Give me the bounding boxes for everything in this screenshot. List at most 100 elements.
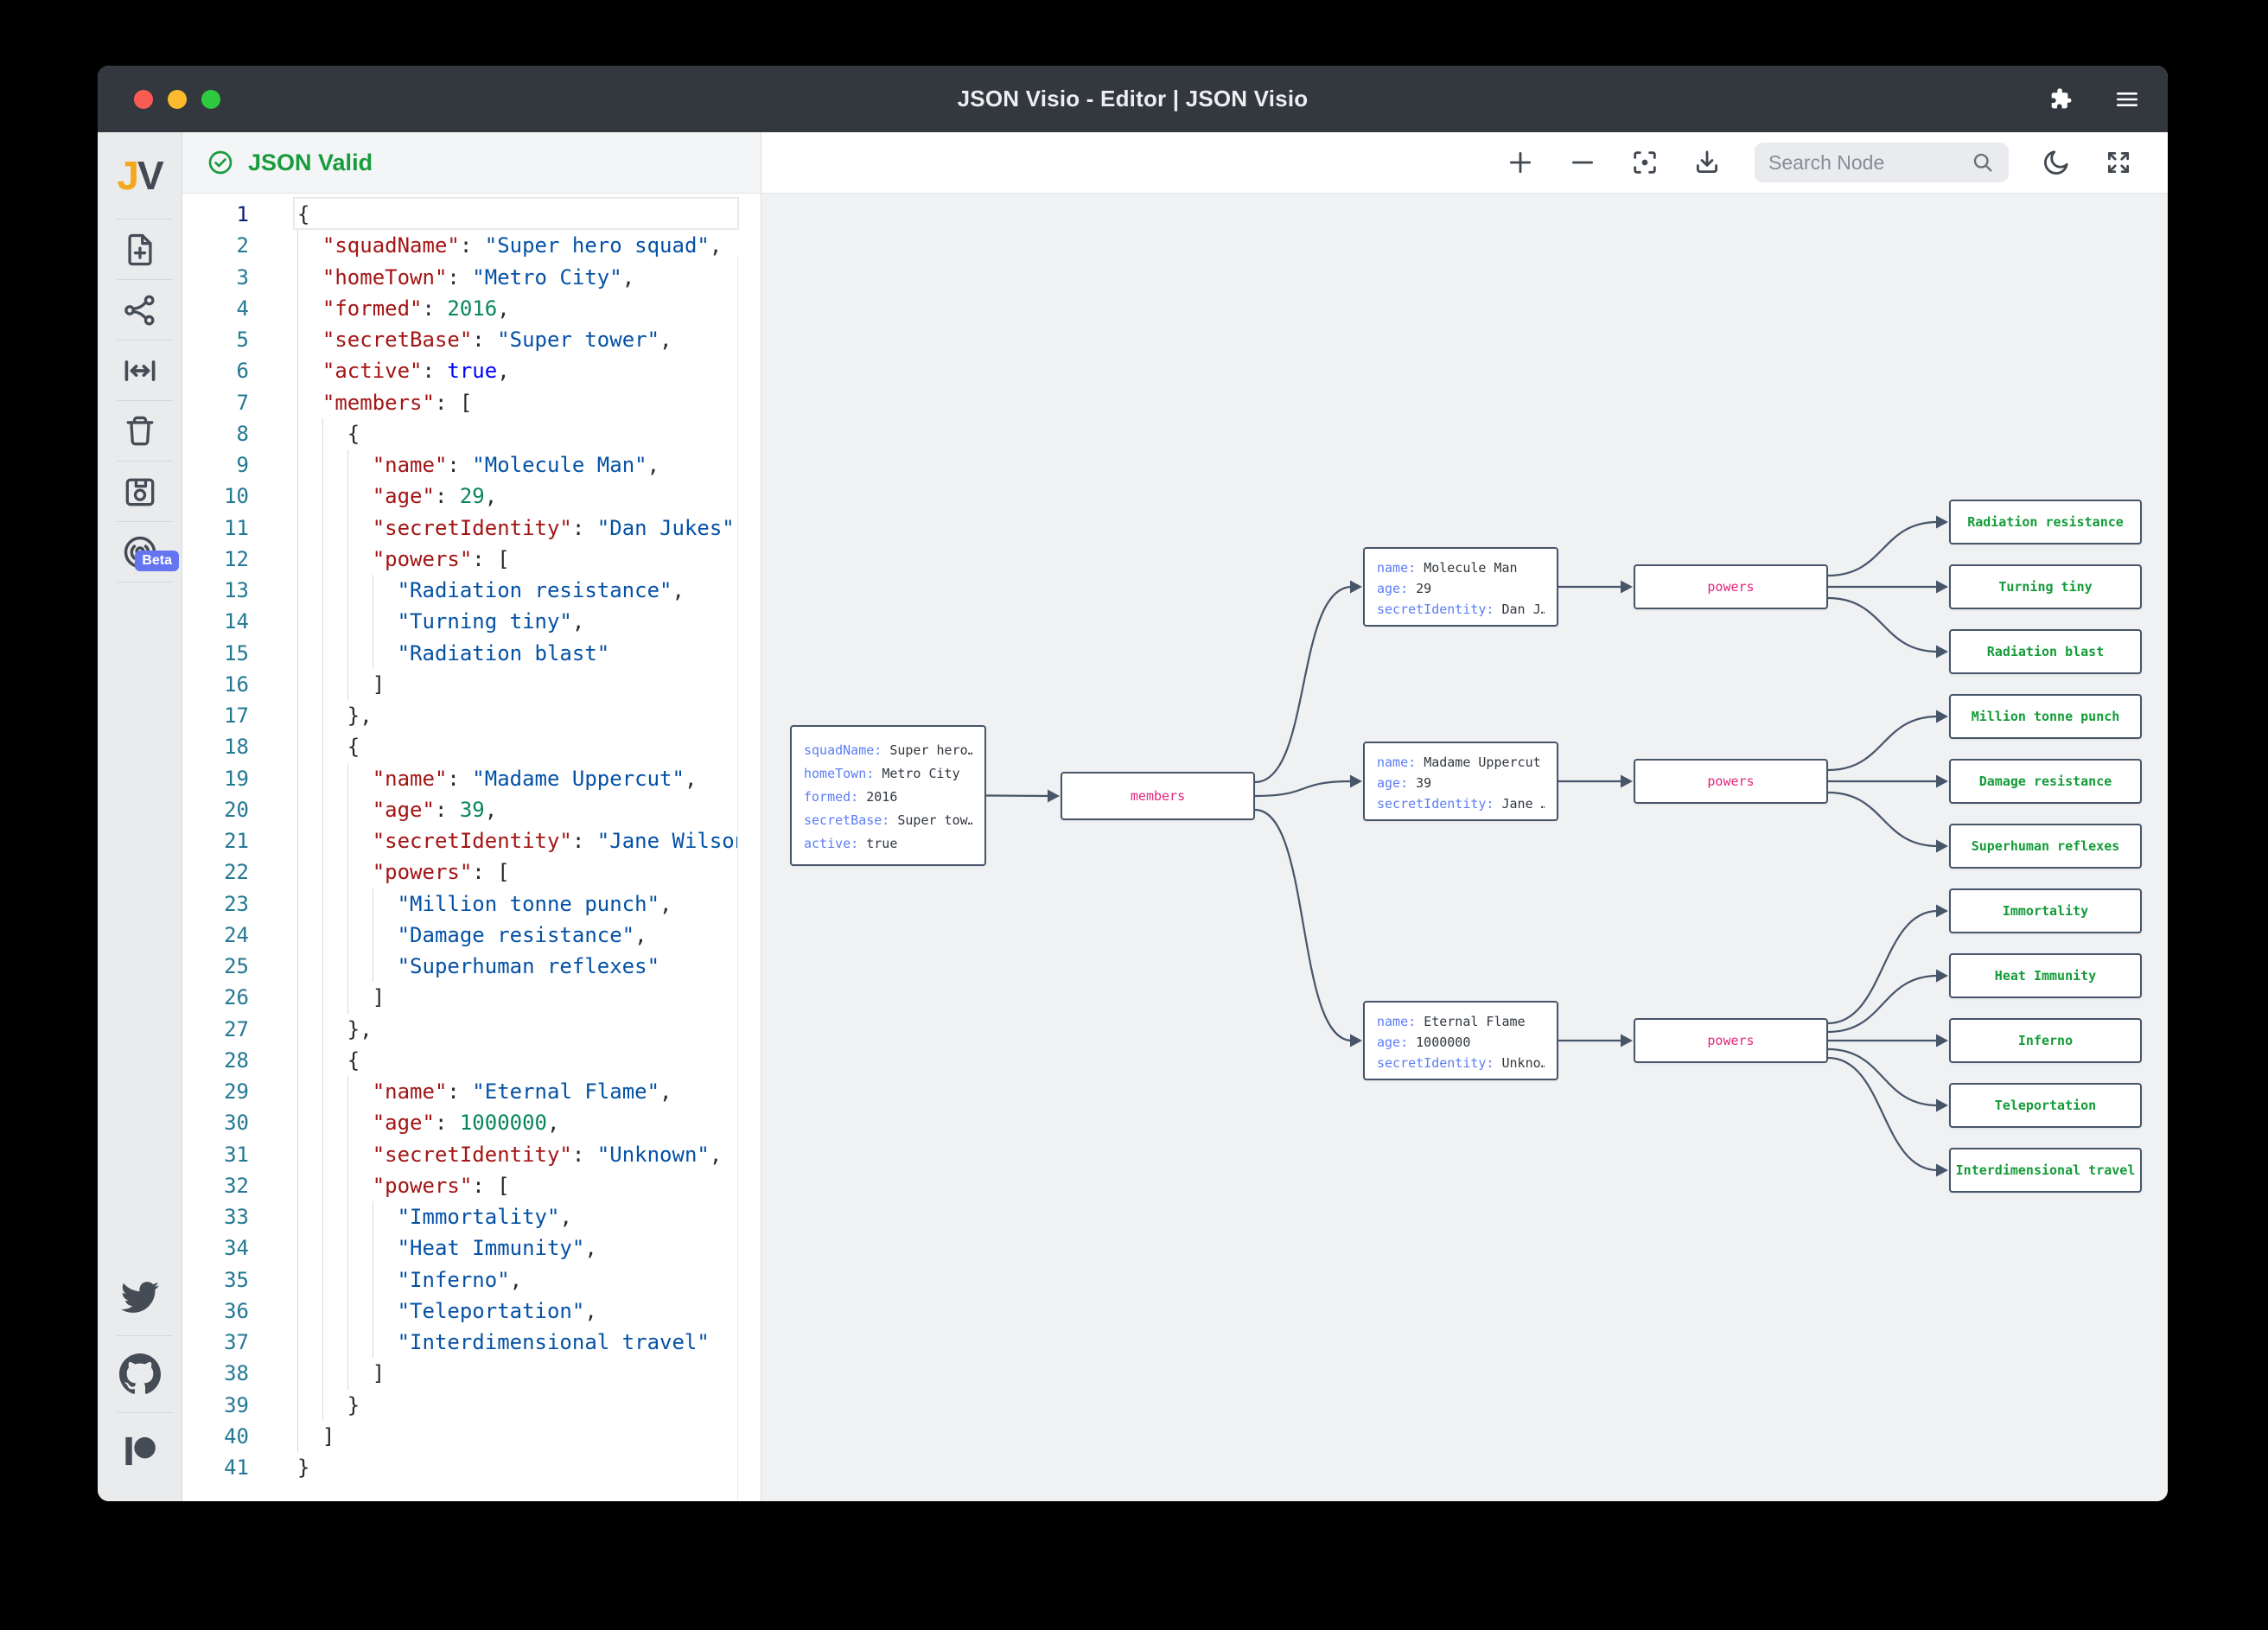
line-content: "homeTown": "Metro City", bbox=[297, 262, 634, 293]
fullscreen-icon[interactable] bbox=[2104, 148, 2133, 177]
graph-node-l5[interactable]: Damage resistance bbox=[1949, 759, 2142, 804]
graph-node-l9[interactable]: Inferno bbox=[1949, 1018, 2142, 1063]
graph-node-l4[interactable]: Million tonne punch bbox=[1949, 694, 2142, 739]
search-icon[interactable] bbox=[1971, 150, 1995, 175]
sidebar-item-live-transform[interactable]: Beta bbox=[98, 522, 182, 582]
node-label: Turning tiny bbox=[1998, 579, 2092, 595]
extensions-puzzle-icon[interactable] bbox=[2048, 86, 2074, 112]
code-line[interactable]: 38 ] bbox=[182, 1358, 761, 1389]
graph-node-l10[interactable]: Teleportation bbox=[1949, 1083, 2142, 1128]
code-line[interactable]: 32 "powers": [ bbox=[182, 1170, 761, 1201]
graph-node-l11[interactable]: Interdimensional travel bbox=[1949, 1148, 2142, 1193]
graph-canvas[interactable]: squadName: Super hero…homeTown: Metro Ci… bbox=[761, 132, 2168, 1501]
code-line[interactable]: 3 "homeTown": "Metro City", bbox=[182, 262, 761, 293]
editor-scrollbar[interactable] bbox=[737, 255, 761, 1501]
code-line[interactable]: 8 { bbox=[182, 418, 761, 449]
dark-mode-moon-icon[interactable] bbox=[2042, 148, 2071, 177]
code-line[interactable]: 25 "Superhuman reflexes" bbox=[182, 951, 761, 982]
code-line[interactable]: 31 "secretIdentity": "Unknown", bbox=[182, 1139, 761, 1170]
graph-node-l7[interactable]: Immortality bbox=[1949, 888, 2142, 933]
download-icon[interactable] bbox=[1692, 148, 1722, 177]
zoom-out-icon[interactable] bbox=[1568, 148, 1597, 177]
code-line[interactable]: 41} bbox=[182, 1452, 761, 1483]
line-content: ] bbox=[297, 1358, 385, 1389]
line-number: 31 bbox=[182, 1139, 249, 1170]
sidebar-item-twitter[interactable] bbox=[98, 1259, 182, 1335]
code-line[interactable]: 22 "powers": [ bbox=[182, 856, 761, 888]
line-number: 2 bbox=[182, 230, 249, 261]
code-line[interactable]: 1{ bbox=[182, 199, 761, 230]
graph-node-m1[interactable]: name: Molecule Manage: 29secretIdentity:… bbox=[1363, 547, 1558, 627]
app-logo[interactable]: JV bbox=[98, 132, 182, 219]
graph-node-l3[interactable]: Radiation blast bbox=[1949, 629, 2142, 674]
code-line[interactable]: 34 "Heat Immunity", bbox=[182, 1232, 761, 1264]
browser-menu-icon[interactable] bbox=[2115, 89, 2139, 110]
graph-node-l2[interactable]: Turning tiny bbox=[1949, 564, 2142, 609]
code-line[interactable]: 12 "powers": [ bbox=[182, 544, 761, 575]
graph-node-l6[interactable]: Superhuman reflexes bbox=[1949, 824, 2142, 869]
code-line[interactable]: 17 }, bbox=[182, 700, 761, 731]
line-number: 34 bbox=[182, 1232, 249, 1264]
minimize-window-button[interactable] bbox=[168, 90, 187, 109]
graph-node-root[interactable]: squadName: Super hero…homeTown: Metro Ci… bbox=[790, 725, 986, 866]
node-row: secretIdentity: Unkno… bbox=[1377, 1053, 1545, 1073]
close-window-button[interactable] bbox=[134, 90, 153, 109]
code-line[interactable]: 23 "Million tonne punch", bbox=[182, 888, 761, 920]
code-line[interactable]: 5 "secretBase": "Super tower", bbox=[182, 324, 761, 355]
code-line[interactable]: 29 "name": "Eternal Flame", bbox=[182, 1076, 761, 1107]
code-line[interactable]: 2 "squadName": "Super hero squad", bbox=[182, 230, 761, 261]
zoom-window-button[interactable] bbox=[201, 90, 220, 109]
code-line[interactable]: 33 "Immortality", bbox=[182, 1201, 761, 1232]
sidebar-item-patreon[interactable] bbox=[98, 1413, 182, 1489]
code-line[interactable]: 30 "age": 1000000, bbox=[182, 1107, 761, 1138]
code-line[interactable]: 37 "Interdimensional travel" bbox=[182, 1327, 761, 1358]
code-line[interactable]: 14 "Turning tiny", bbox=[182, 606, 761, 637]
graph-node-m2[interactable]: name: Madame Uppercutage: 39secretIdenti… bbox=[1363, 742, 1558, 821]
search-node-input[interactable] bbox=[1768, 151, 1971, 175]
code-line[interactable]: 11 "secretIdentity": "Dan Jukes", bbox=[182, 513, 761, 544]
line-content: "secretIdentity": "Unknown", bbox=[297, 1139, 722, 1170]
json-code-editor[interactable]: 1{2 "squadName": "Super hero squad",3 "h… bbox=[182, 194, 761, 1501]
code-line[interactable]: 16 ] bbox=[182, 669, 761, 700]
sidebar-item-new-document[interactable] bbox=[98, 220, 182, 279]
sidebar-item-share[interactable] bbox=[98, 280, 182, 340]
code-line[interactable]: 36 "Teleportation", bbox=[182, 1296, 761, 1327]
code-line[interactable]: 35 "Inferno", bbox=[182, 1264, 761, 1296]
line-number: 10 bbox=[182, 481, 249, 512]
node-label: Superhuman reflexes bbox=[1972, 838, 2120, 854]
sidebar-item-delete[interactable] bbox=[98, 401, 182, 461]
graph-node-p3[interactable]: powers bbox=[1634, 1018, 1828, 1063]
code-line[interactable]: 20 "age": 39, bbox=[182, 794, 761, 825]
code-line[interactable]: 18 { bbox=[182, 731, 761, 762]
line-content: "secretIdentity": "Jane Wilson", bbox=[297, 825, 761, 856]
code-line[interactable]: 4 "formed": 2016, bbox=[182, 293, 761, 324]
graph-node-m3[interactable]: name: Eternal Flameage: 1000000secretIde… bbox=[1363, 1001, 1558, 1080]
code-line[interactable]: 27 }, bbox=[182, 1014, 761, 1045]
code-line[interactable]: 6 "active": true, bbox=[182, 355, 761, 386]
code-line[interactable]: 19 "name": "Madame Uppercut", bbox=[182, 763, 761, 794]
sidebar-item-fit-width[interactable] bbox=[98, 341, 182, 400]
search-node-box[interactable] bbox=[1755, 143, 2009, 182]
sidebar-item-save[interactable] bbox=[98, 462, 182, 521]
line-content: "secretBase": "Super tower", bbox=[297, 324, 672, 355]
graph-node-members[interactable]: members bbox=[1061, 772, 1255, 820]
graph-node-l1[interactable]: Radiation resistance bbox=[1949, 500, 2142, 544]
code-line[interactable]: 21 "secretIdentity": "Jane Wilson", bbox=[182, 825, 761, 856]
code-line[interactable]: 28 { bbox=[182, 1045, 761, 1076]
code-line[interactable]: 26 ] bbox=[182, 982, 761, 1013]
code-line[interactable]: 10 "age": 29, bbox=[182, 481, 761, 512]
code-line[interactable]: 9 "name": "Molecule Man", bbox=[182, 449, 761, 481]
line-content: { bbox=[297, 199, 309, 230]
graph-node-l8[interactable]: Heat Immunity bbox=[1949, 953, 2142, 998]
code-line[interactable]: 39 } bbox=[182, 1390, 761, 1421]
sidebar-item-github[interactable] bbox=[98, 1336, 182, 1412]
code-line[interactable]: 7 "members": [ bbox=[182, 387, 761, 418]
code-line[interactable]: 40 ] bbox=[182, 1421, 761, 1452]
graph-node-p1[interactable]: powers bbox=[1634, 564, 1828, 609]
code-line[interactable]: 15 "Radiation blast" bbox=[182, 638, 761, 669]
code-line[interactable]: 13 "Radiation resistance", bbox=[182, 575, 761, 606]
zoom-in-icon[interactable] bbox=[1506, 148, 1535, 177]
graph-node-p2[interactable]: powers bbox=[1634, 759, 1828, 804]
code-line[interactable]: 24 "Damage resistance", bbox=[182, 920, 761, 951]
center-focus-icon[interactable] bbox=[1630, 148, 1660, 177]
